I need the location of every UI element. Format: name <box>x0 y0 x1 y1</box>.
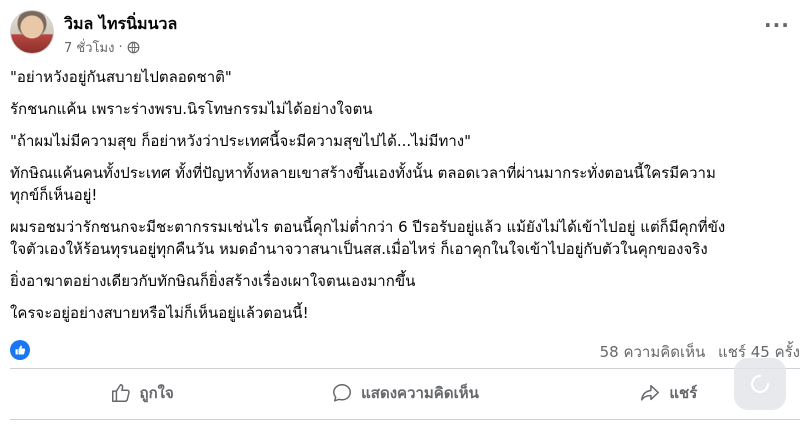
thumbs-up-icon <box>111 384 130 402</box>
more-options-icon[interactable]: ··· <box>764 15 789 36</box>
post-paragraph: ยิ่งอาฆาตอย่างเดียวกับทักษิณก็ยิ่งสร้างเ… <box>10 272 416 290</box>
post-stats: 58 ความคิดเห็น แชร์ 45 ครั้ง <box>10 338 800 362</box>
loading-spinner-icon <box>750 374 770 394</box>
share-arrow-icon <box>641 384 660 401</box>
facebook-post: วิมล ไทรนิ่มนวล 7 ชั่วโมง · ··· "อย่าหวั… <box>0 0 800 424</box>
post-paragraph: รักชนกแค้น เพราะร่างพรบ.นิรโทษกรรมไม่ได้… <box>10 100 373 118</box>
author-name[interactable]: วิมล ไทรนิ่มนวล <box>64 12 177 37</box>
post-paragraph: "ถ้าผมไม่มีความสุข ก็อย่าหวังว่าประเทศนี… <box>10 132 471 150</box>
comment-button[interactable]: แสดงความคิดเห็น <box>273 370 536 416</box>
author-avatar[interactable] <box>10 10 54 54</box>
post-time[interactable]: 7 ชั่วโมง <box>64 37 114 58</box>
meta-separator: · <box>118 40 123 55</box>
comment-count[interactable]: 58 ความคิดเห็น <box>600 343 706 361</box>
share-label: แชร์ <box>669 384 698 402</box>
post-paragraph: ใครจะอยู่อย่างสบายหรือไม่ก็เห็นอยู่แล้วต… <box>10 304 309 322</box>
like-reaction-icon[interactable] <box>10 340 30 360</box>
post-paragraph: ผมรอชมว่ารักชนกจะมีชะตากรรมเช่นไร ตอนนี้… <box>10 218 726 258</box>
floating-loading-button[interactable] <box>734 358 786 410</box>
post-header: วิมล ไทรนิ่มนวล 7 ชั่วโมง · ··· <box>10 8 800 58</box>
post-paragraph: "อย่าหวังอยู่กันสบายไปตลอดชาติ" <box>10 68 232 86</box>
post-meta: 7 ชั่วโมง · <box>64 37 140 58</box>
divider <box>10 368 800 369</box>
like-label: ถูกใจ <box>139 384 174 402</box>
comment-label: แสดงความคิดเห็น <box>361 384 479 402</box>
comment-bubble-icon <box>333 384 352 402</box>
like-button[interactable]: ถูกใจ <box>10 370 273 416</box>
post-body: "อย่าหวังอยู่กันสบายไปตลอดชาติ" รักชนกแค… <box>10 66 800 334</box>
globe-icon[interactable] <box>127 41 140 54</box>
action-bar: ถูกใจ แสดงความคิดเห็น แชร์ <box>10 370 800 416</box>
post-paragraph: ทักษิณแค้นคนทั้งประเทศ ทั้งที่ปัญหาทั้งห… <box>10 164 716 204</box>
divider <box>10 419 800 420</box>
